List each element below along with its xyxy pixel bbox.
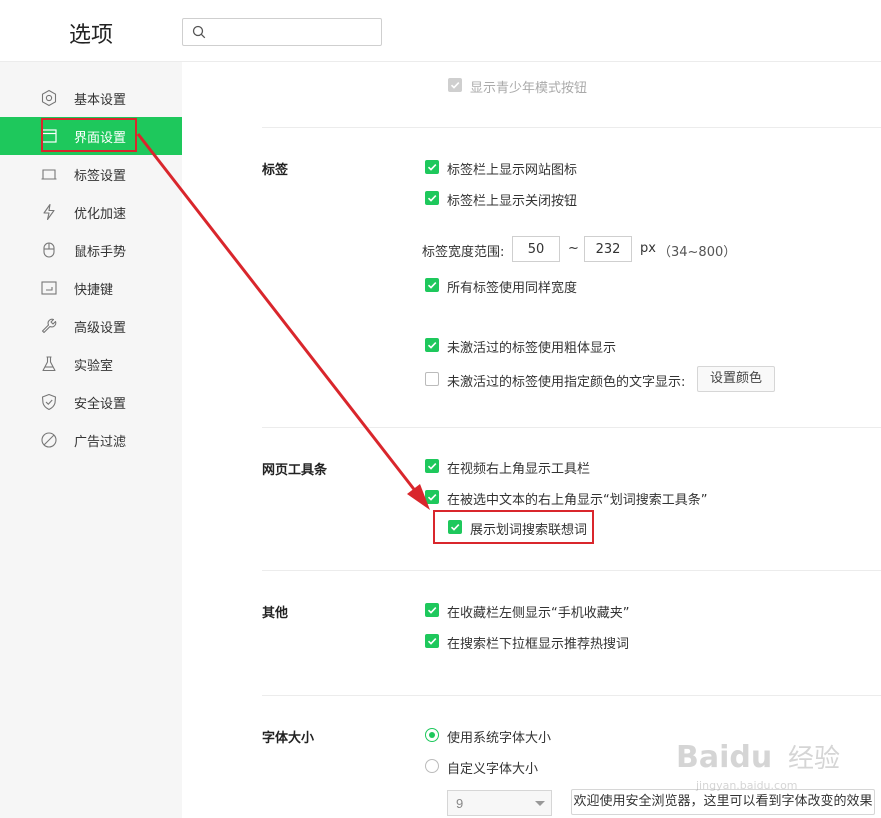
baidu-watermark: Baidu 经验 jingyan.baidu.com <box>676 740 840 792</box>
watermark-suffix: 经验 <box>788 744 840 774</box>
watermark-brand: Baidu <box>676 740 772 775</box>
watermark-sub: jingyan.baidu.com <box>695 779 798 792</box>
annotation-arrow-icon <box>136 133 430 510</box>
